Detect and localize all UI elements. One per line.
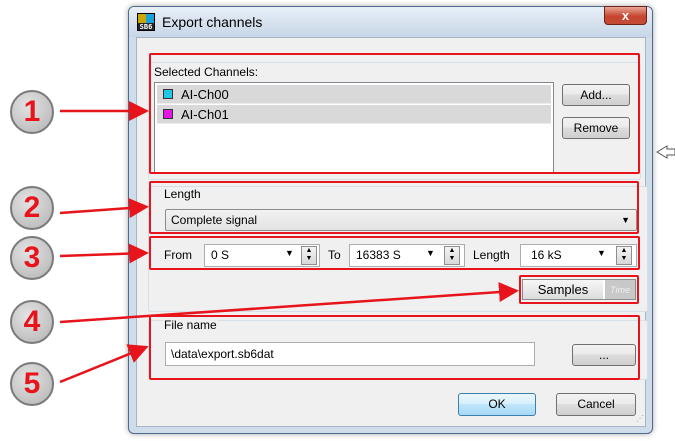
annotation-arrow-4: [59, 282, 519, 324]
cursor-arrow-icon: [656, 145, 675, 159]
callout-5: 5: [10, 362, 54, 406]
annotation-arrow-3: [59, 243, 149, 264]
callout-2: 2: [10, 186, 54, 230]
callout-1: 1: [10, 90, 54, 134]
callout-3: 3: [10, 236, 54, 280]
annotation-arrow-2: [59, 198, 149, 219]
callout-4: 4: [10, 300, 54, 344]
annotation-arrows: [59, 101, 675, 384]
annotation-arrow-5: [59, 344, 149, 384]
